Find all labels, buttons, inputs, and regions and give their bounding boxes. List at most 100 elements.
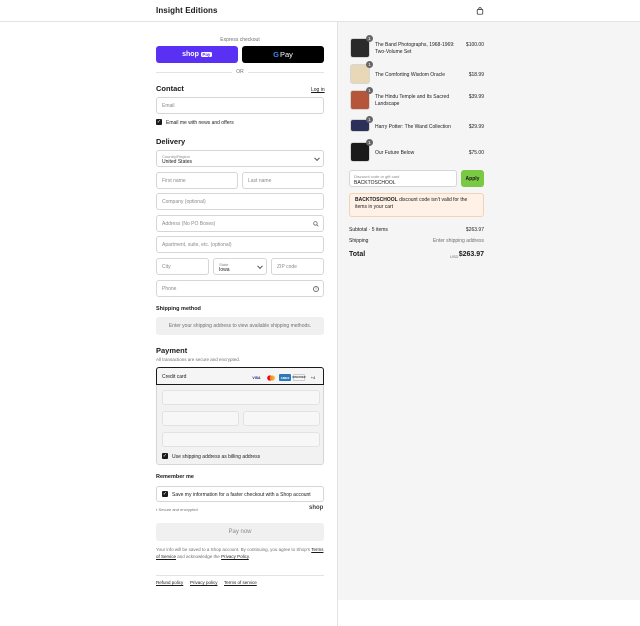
shop-pay-badge: Pay bbox=[200, 52, 212, 57]
terms-of-service-link[interactable]: Terms of service bbox=[224, 580, 257, 585]
company-field[interactable]: Company (optional) bbox=[156, 193, 324, 210]
delivery-heading: Delivery bbox=[156, 137, 186, 146]
help-icon[interactable]: ? bbox=[313, 285, 319, 292]
shipping-label: Shipping bbox=[349, 238, 369, 244]
item-thumbnail: 1 bbox=[350, 116, 373, 132]
card-cvv-field[interactable] bbox=[243, 411, 320, 426]
first-name-placeholder: First name bbox=[162, 177, 186, 184]
google-pay-button[interactable]: G Pay bbox=[242, 46, 324, 63]
legal-text: Your info will be saved to a Shop accoun… bbox=[156, 546, 326, 560]
city-placeholder: City bbox=[162, 263, 171, 270]
legal-suffix: . bbox=[248, 554, 251, 559]
item-name: Harry Potter: The Wand Collection bbox=[375, 124, 451, 130]
mastercard-icon bbox=[265, 374, 276, 381]
email-placeholder: Email bbox=[162, 102, 175, 109]
first-name-field[interactable]: First name bbox=[156, 172, 238, 189]
login-link[interactable]: Log in bbox=[311, 87, 325, 93]
shop-pay-button[interactable]: shop Pay bbox=[156, 46, 238, 63]
quantity-badge: 1 bbox=[366, 61, 373, 68]
subtotal-value: $263.97 bbox=[465, 227, 484, 233]
quantity-badge: 1 bbox=[366, 116, 373, 123]
refund-policy-link[interactable]: Refund policy bbox=[156, 580, 183, 585]
pay-now-button[interactable]: Pay now bbox=[156, 523, 324, 541]
shop-pay-text: shop bbox=[182, 51, 199, 58]
footer-divider bbox=[156, 575, 324, 576]
zip-placeholder: ZIP code bbox=[277, 263, 297, 270]
card-expiry-field[interactable] bbox=[162, 411, 239, 426]
visa-icon: VISA bbox=[252, 375, 261, 380]
zip-field[interactable]: ZIP code bbox=[271, 258, 324, 275]
item-name: Our Future Below bbox=[375, 150, 415, 156]
chevron-down-icon bbox=[257, 262, 263, 269]
save-info-box: ✓ Save my information for a faster check… bbox=[156, 486, 324, 502]
item-price: $29.99 bbox=[468, 124, 484, 130]
item-thumbnail: 1 bbox=[350, 139, 373, 162]
currency-code: USD bbox=[450, 254, 459, 259]
country-select[interactable]: Country/Region United States bbox=[156, 150, 324, 167]
remember-me-heading: Remember me bbox=[156, 474, 194, 480]
alert-code: BACKTOSCHOOL bbox=[355, 197, 398, 203]
country-value: United States bbox=[162, 159, 193, 165]
credit-card-form: ✓ Use shipping address as billing addres… bbox=[156, 385, 324, 465]
privacy-link[interactable]: Privacy Policy bbox=[221, 554, 249, 559]
lock-icon: ▪ bbox=[156, 507, 158, 512]
order-summary-column bbox=[337, 22, 640, 600]
more-cards-count: +4 bbox=[310, 375, 316, 380]
save-info-label: Save my information for a faster checkou… bbox=[172, 492, 311, 498]
quantity-badge: 1 bbox=[366, 139, 373, 146]
shipping-value: Enter shipping address bbox=[432, 238, 484, 244]
amex-icon: AMEX bbox=[279, 374, 291, 381]
item-thumbnail: 1 bbox=[350, 61, 373, 84]
search-icon bbox=[313, 220, 319, 227]
apartment-field[interactable]: Apartment, suite, etc. (optional) bbox=[156, 236, 324, 253]
state-select[interactable]: State Iowa bbox=[213, 258, 267, 275]
phone-field[interactable]: Phone ? bbox=[156, 280, 324, 297]
save-info-checkbox[interactable]: ✓ bbox=[162, 491, 168, 497]
card-name-field[interactable] bbox=[162, 432, 320, 447]
item-name: The Band Photographs, 1968-1969: Two-Vol… bbox=[375, 42, 455, 55]
shipping-method-heading: Shipping method bbox=[156, 306, 201, 312]
express-checkout-label: Express checkout bbox=[220, 37, 260, 43]
last-name-placeholder: Last name bbox=[248, 177, 272, 184]
legal-middle: and acknowledge the bbox=[177, 554, 220, 559]
quantity-badge: 1 bbox=[366, 87, 373, 94]
subtotal-label: Subtotal · 5 items bbox=[349, 227, 388, 233]
news-checkbox[interactable]: ✓ bbox=[156, 119, 162, 125]
shopping-bag-icon[interactable] bbox=[476, 7, 484, 15]
google-pay-text: Pay bbox=[279, 50, 293, 59]
privacy-policy-link[interactable]: Privacy policy bbox=[190, 580, 218, 585]
google-g-icon: G bbox=[273, 50, 279, 59]
shipping-method-message: Enter your shipping address to view avai… bbox=[156, 317, 324, 335]
item-name: The Hindu Temple and Its Sacred Landscap… bbox=[375, 94, 450, 107]
apply-label: Apply bbox=[465, 175, 480, 182]
discount-label: Discount code or gift card bbox=[354, 174, 400, 179]
payment-heading: Payment bbox=[156, 346, 188, 355]
billing-checkbox[interactable]: ✓ bbox=[162, 453, 168, 459]
payment-subtitle: All transactions are secure and encrypte… bbox=[156, 357, 241, 362]
secure-text: Secure and encrypted bbox=[158, 507, 198, 512]
top-bar: Insight Editions bbox=[0, 0, 640, 22]
store-name[interactable]: Insight Editions bbox=[156, 6, 218, 15]
discount-value: BACKTOSCHOOL bbox=[354, 180, 396, 186]
apply-button[interactable]: Apply bbox=[461, 170, 484, 187]
city-field[interactable]: City bbox=[156, 258, 209, 275]
item-thumbnail: 1 bbox=[350, 35, 373, 58]
email-field[interactable]: Email bbox=[156, 97, 324, 114]
or-text: OR bbox=[232, 69, 248, 75]
state-value: Iowa bbox=[219, 267, 230, 273]
phone-placeholder: Phone bbox=[162, 285, 177, 292]
discount-code-field[interactable]: Discount code or gift card BACKTOSCHOOL bbox=[349, 170, 457, 187]
discount-error-alert: BACKTOSCHOOL discount code isn't valid f… bbox=[349, 193, 484, 217]
card-number-field[interactable] bbox=[162, 390, 320, 405]
company-placeholder: Company (optional) bbox=[162, 198, 206, 205]
last-name-field[interactable]: Last name bbox=[242, 172, 324, 189]
secure-note: ▪ Secure and encrypted bbox=[156, 507, 198, 512]
quantity-badge: 1 bbox=[366, 35, 373, 42]
shop-logo: shop bbox=[309, 505, 324, 511]
pay-now-label: Pay now bbox=[228, 529, 252, 535]
item-price: $100.00 bbox=[465, 42, 484, 48]
credit-card-option[interactable]: Credit card VISA AMEX DISCOVER +4 bbox=[156, 367, 324, 385]
summary-bottom-area bbox=[337, 600, 640, 626]
item-name: The Comforting Wisdom Oracle bbox=[375, 72, 446, 78]
address-field[interactable]: Address (No PO Boxes) bbox=[156, 215, 324, 232]
